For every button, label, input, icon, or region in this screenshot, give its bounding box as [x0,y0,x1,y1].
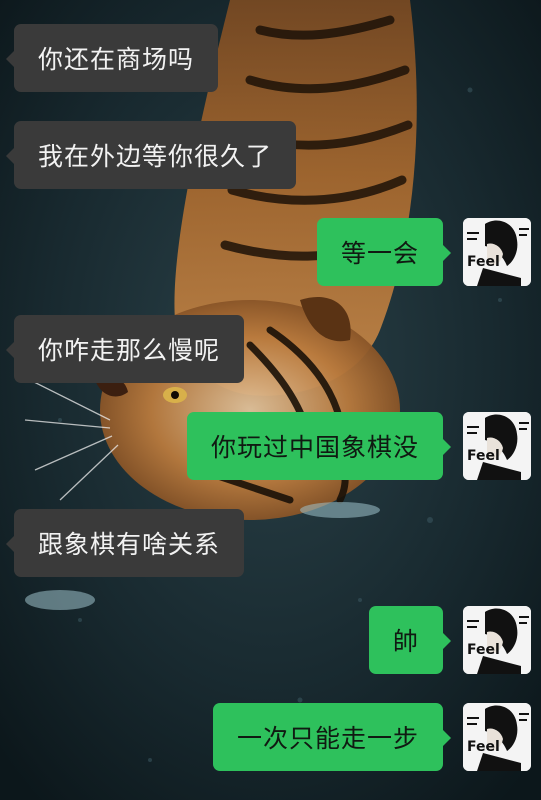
message-row-outgoing: 帥 [368,606,452,674]
message-row-incoming: 跟象棋有啥关系 [5,509,245,577]
user-avatar[interactable]: Feel [463,218,531,286]
svg-text:Feel: Feel [467,642,500,658]
message-row-incoming: 我在外边等你很久了 [5,121,297,189]
svg-text:Feel: Feel [467,254,500,270]
message-bubble-outgoing[interactable]: 一次只能走一步 [212,703,452,771]
user-avatar[interactable]: Feel [463,703,531,771]
user-avatar[interactable]: Feel [463,606,531,674]
message-bubble-incoming[interactable]: 我在外边等你很久了 [5,121,297,189]
svg-text:Feel: Feel [467,448,500,464]
svg-text:Feel: Feel [467,739,500,755]
chat-thread: 你还在商场吗 我在外边等你很久了 等一会 Feel 你咋走那么慢呢 你玩过中国象… [0,0,541,800]
message-bubble-outgoing[interactable]: 帥 [368,606,452,674]
message-row-outgoing: 等一会 [316,218,452,286]
anime-avatar-icon: Feel [463,606,531,674]
message-bubble-incoming[interactable]: 跟象棋有啥关系 [5,509,245,577]
message-row-incoming: 你咋走那么慢呢 [5,315,245,383]
message-bubble-outgoing[interactable]: 你玩过中国象棋没 [186,412,452,480]
message-bubble-incoming[interactable]: 你咋走那么慢呢 [5,315,245,383]
message-row-incoming: 你还在商场吗 [5,24,219,92]
message-bubble-outgoing[interactable]: 等一会 [316,218,452,286]
message-row-outgoing: 一次只能走一步 [212,703,452,771]
message-row-outgoing: 你玩过中国象棋没 [186,412,452,480]
anime-avatar-icon: Feel [463,218,531,286]
message-bubble-incoming[interactable]: 你还在商场吗 [5,24,219,92]
user-avatar[interactable]: Feel [463,412,531,480]
anime-avatar-icon: Feel [463,412,531,480]
anime-avatar-icon: Feel [463,703,531,771]
